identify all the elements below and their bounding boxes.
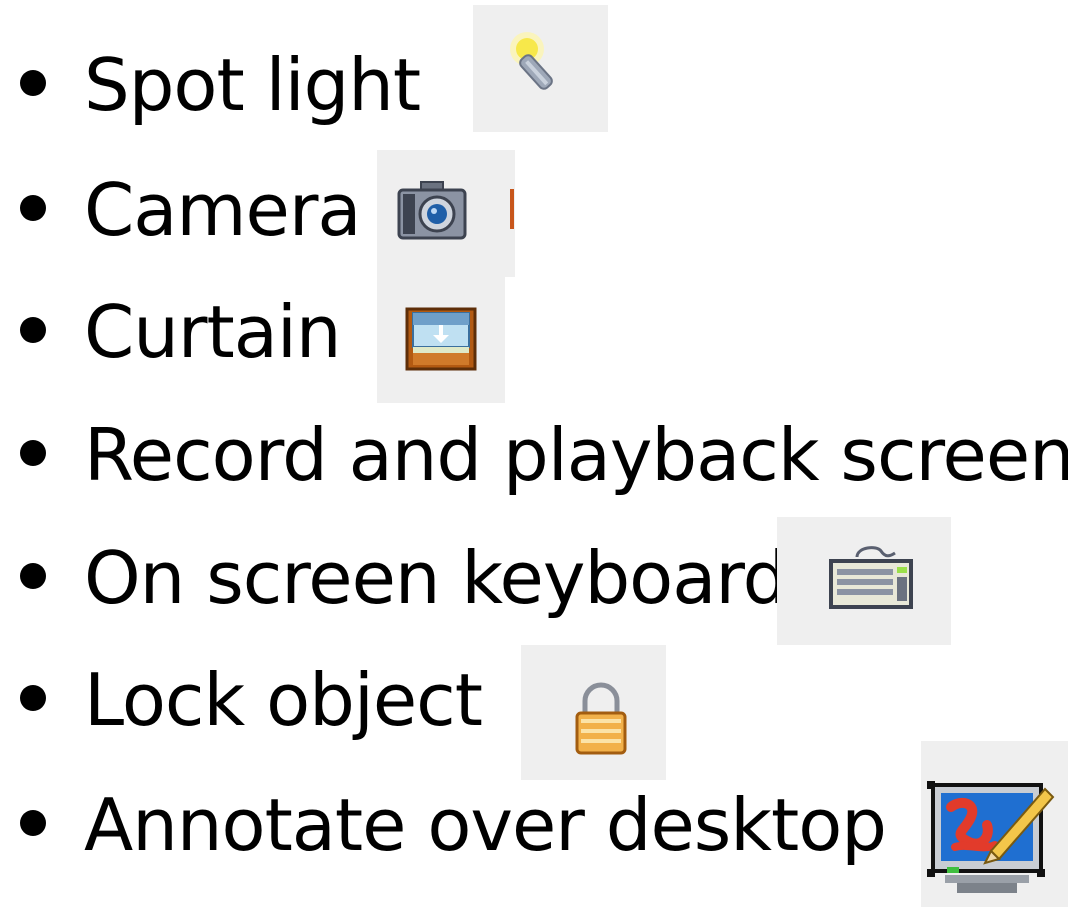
bullet	[20, 563, 46, 589]
item-label: Camera	[84, 168, 362, 252]
lock-button[interactable]	[521, 645, 666, 780]
curtain-button[interactable]	[377, 277, 505, 403]
item-label: Annotate over desktop	[84, 783, 887, 867]
item-label: Record and playback screen	[84, 413, 1068, 497]
item-label: Spot light	[84, 43, 421, 127]
lock-icon	[575, 682, 627, 755]
item-label: Curtain	[84, 290, 341, 374]
list-item-camera: Camera	[0, 150, 1068, 270]
bullet	[20, 70, 46, 96]
list-item-record-playback: Record and playback screen	[0, 395, 1068, 515]
item-label: On screen keyboard	[84, 536, 788, 620]
bullet	[20, 440, 46, 466]
orange-marker	[510, 189, 514, 229]
annotate-desktop-button[interactable]	[921, 741, 1068, 907]
camera-button[interactable]	[377, 150, 515, 277]
keyboard-button[interactable]	[777, 517, 951, 645]
item-label: Lock object	[84, 658, 483, 742]
bullet	[20, 810, 46, 836]
bullet	[20, 317, 46, 343]
spotlight-button[interactable]	[473, 5, 608, 132]
spotlight-icon	[510, 32, 553, 90]
annotate-desktop-icon	[927, 781, 1055, 893]
bullet	[20, 195, 46, 221]
bullet	[20, 685, 46, 711]
list-item-annotate: Annotate over desktop	[0, 765, 1068, 885]
list-item-curtain: Curtain	[0, 272, 1068, 392]
camera-icon	[397, 181, 467, 240]
keyboard-icon	[829, 546, 913, 609]
curtain-icon	[405, 307, 477, 371]
